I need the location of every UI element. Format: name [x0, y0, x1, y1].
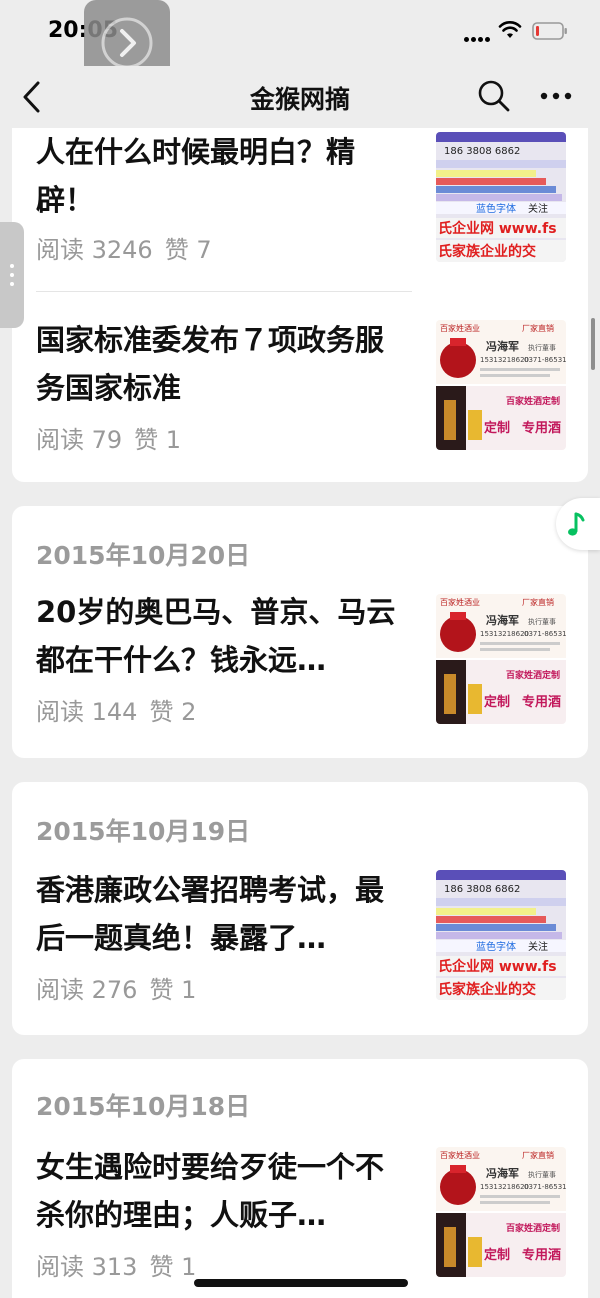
- music-note-icon: [568, 512, 585, 536]
- svg-text:定制: 定制: [483, 1247, 510, 1263]
- like-count: 赞 7: [164, 236, 212, 264]
- svg-text:15313218620: 15313218620: [480, 356, 529, 364]
- svg-text:186 3808 6862: 186 3808 6862: [444, 884, 520, 895]
- svg-text:冯海军: 冯海军: [486, 1166, 519, 1180]
- ad-thumbnail-image: 百家姓酒业 厂家直销 冯海军 执行董事 15313218620 0371-865…: [436, 320, 566, 450]
- svg-text:蓝色字体: 蓝色字体: [476, 202, 516, 215]
- like-count: 赞 1: [134, 426, 182, 454]
- divider: [36, 291, 412, 292]
- read-count: 阅读 144: [36, 698, 138, 726]
- svg-text:百家姓酒业: 百家姓酒业: [440, 597, 480, 607]
- svg-text:厂家直销: 厂家直销: [522, 597, 554, 607]
- vertical-dots-icon: [10, 264, 14, 286]
- article-card: 2015年10月19日 香港廉政公署招聘考试，最后一题真绝！暴露了… 阅读 27…: [12, 782, 588, 1035]
- ad-thumbnail-image: 186 3808 6862 蓝色字体 关注 氏企业网 www.fs 氏家族企业的…: [436, 870, 566, 1000]
- article-title[interactable]: 香港廉政公署招聘考试，最后一题真绝！暴露了…: [36, 866, 406, 962]
- like-count: 赞 1: [149, 1253, 197, 1281]
- article-meta: 阅读 276 赞 1: [36, 970, 208, 1005]
- article-meta: 阅读 313 赞 1: [36, 1247, 208, 1282]
- article-thumbnail[interactable]: 186 3808 6862 蓝色字体 关注 氏企业网 www.fs 氏家族企业的…: [436, 870, 566, 1000]
- battery-icon: [532, 22, 567, 40]
- home-indicator[interactable]: [194, 1279, 408, 1287]
- article-thumbnail[interactable]: 百家姓酒业 厂家直销 冯海军 执行董事 15313218620 0371-865…: [436, 594, 566, 724]
- svg-text:关注: 关注: [528, 940, 548, 953]
- article-thumbnail[interactable]: 186 3808 6862 蓝色字体 关注 氏企业网 www.fs 氏家族企业的…: [436, 132, 566, 262]
- svg-text:冯海军: 冯海军: [486, 613, 519, 627]
- read-count: 阅读 79: [36, 426, 123, 454]
- svg-text:15313218620: 15313218620: [480, 630, 529, 638]
- read-count: 阅读 3246: [36, 236, 153, 264]
- svg-text:氏企业网 www.fs: 氏企业网 www.fs: [438, 220, 557, 237]
- svg-text:蓝色字体: 蓝色字体: [476, 940, 516, 953]
- article-thumbnail[interactable]: 百家姓酒业 厂家直销 冯海军 执行董事 15313218620 0371-865…: [436, 1147, 566, 1277]
- read-count: 阅读 313: [36, 1253, 138, 1281]
- svg-text:专用酒: 专用酒: [522, 694, 561, 710]
- search-icon: [478, 80, 510, 112]
- cellular-signal-icon: [464, 34, 490, 42]
- article-title[interactable]: 人在什么时候最明白？精辟！: [36, 128, 406, 224]
- svg-text:氏企业网 www.fs: 氏企业网 www.fs: [438, 958, 557, 975]
- svg-text:冯海军: 冯海军: [486, 339, 519, 353]
- svg-text:定制: 定制: [483, 694, 510, 710]
- svg-text:厂家直销: 厂家直销: [522, 323, 554, 333]
- svg-text:0371-86531962: 0371-86531962: [524, 630, 566, 638]
- svg-text:执行董事: 执行董事: [528, 1170, 556, 1179]
- article-thumbnail[interactable]: 百家姓酒业 厂家直销 冯海军 执行董事 15313218620 0371-865…: [436, 320, 566, 450]
- card-date: 2015年10月18日: [36, 1092, 251, 1121]
- svg-text:百家姓酒定制: 百家姓酒定制: [506, 669, 560, 681]
- article-card: 人在什么时候最明白？精辟！ 阅读 3246 赞 7 186 3808 6862 蓝…: [12, 128, 588, 482]
- ad-thumbnail-image: 186 3808 6862 蓝色字体 关注 氏企业网 www.fs 氏家族企业的…: [436, 132, 566, 262]
- svg-text:氏家族企业的交: 氏家族企业的交: [438, 243, 536, 260]
- scrollbar[interactable]: [591, 318, 595, 370]
- svg-text:百家姓酒业: 百家姓酒业: [440, 323, 480, 333]
- svg-text:执行董事: 执行董事: [528, 343, 556, 352]
- more-icon: [540, 92, 572, 100]
- svg-text:百家姓酒定制: 百家姓酒定制: [506, 395, 560, 407]
- read-count: 阅读 276: [36, 976, 138, 1004]
- svg-text:百家姓酒定制: 百家姓酒定制: [506, 1222, 560, 1234]
- svg-text:关注: 关注: [528, 202, 548, 215]
- search-button[interactable]: [476, 78, 512, 114]
- article-title[interactable]: 女生遇险时要给歹徒一个不杀你的理由；人贩子…: [36, 1143, 406, 1239]
- card-date: 2015年10月19日: [36, 817, 251, 846]
- wifi-icon: [498, 21, 522, 38]
- like-count: 赞 1: [149, 976, 197, 1004]
- ad-thumbnail-image: 百家姓酒业 厂家直销 冯海军 执行董事 15313218620 0371-865…: [436, 1147, 566, 1277]
- article-list[interactable]: 人在什么时候最明白？精辟！ 阅读 3246 赞 7 186 3808 6862 蓝…: [0, 128, 600, 1298]
- svg-text:0371-86531962: 0371-86531962: [524, 1183, 566, 1191]
- article-card: 2015年10月18日 女生遇险时要给歹徒一个不杀你的理由；人贩子… 阅读 31…: [12, 1059, 588, 1298]
- more-options-button[interactable]: [538, 82, 574, 110]
- article-meta: 阅读 79 赞 1: [36, 420, 193, 455]
- svg-text:百家姓酒业: 百家姓酒业: [440, 1150, 480, 1160]
- nav-bar: 金猴网摘: [0, 66, 600, 128]
- svg-text:0371-86531962: 0371-86531962: [524, 356, 566, 364]
- article-meta: 阅读 144 赞 2: [36, 692, 208, 727]
- like-count: 赞 2: [149, 698, 197, 726]
- svg-text:定制: 定制: [483, 420, 510, 436]
- svg-text:执行董事: 执行董事: [528, 617, 556, 626]
- svg-text:氏家族企业的交: 氏家族企业的交: [438, 981, 536, 998]
- ad-thumbnail-image: 百家姓酒业 厂家直销 冯海军 执行董事 15313218620 0371-865…: [436, 594, 566, 724]
- article-title[interactable]: 国家标准委发布７项政务服务国家标准: [36, 316, 406, 412]
- article-meta: 阅读 3246 赞 7: [36, 230, 224, 265]
- svg-text:厂家直销: 厂家直销: [522, 1150, 554, 1160]
- article-card: 2015年10月20日 20岁的奥巴马、普京、马云都在干什么？钱永远… 阅读 1…: [12, 506, 588, 758]
- svg-text:186 3808 6862: 186 3808 6862: [444, 146, 520, 157]
- side-drawer-handle[interactable]: [0, 222, 24, 328]
- svg-text:专用酒: 专用酒: [522, 420, 561, 436]
- svg-text:专用酒: 专用酒: [522, 1247, 561, 1263]
- svg-text:15313218620: 15313218620: [480, 1183, 529, 1191]
- music-player-button[interactable]: [556, 498, 600, 550]
- card-date: 2015年10月20日: [36, 541, 251, 570]
- article-title[interactable]: 20岁的奥巴马、普京、马云都在干什么？钱永远…: [36, 588, 406, 684]
